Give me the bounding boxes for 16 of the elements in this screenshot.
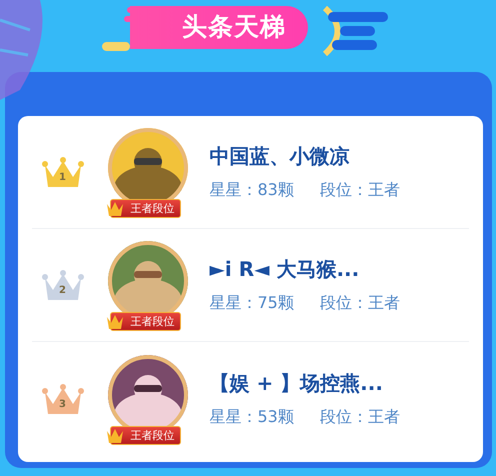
player-name: ►i R◄ 大马猴... [210,256,360,283]
banner-title: 头条天梯 [130,6,308,48]
rank-number: 1 [58,172,67,183]
tier-label: 段位：王者 [320,180,400,201]
rank-number: 3 [58,398,67,410]
player-name: 【娱 + 】场控燕... [210,370,384,396]
tier-label: 段位：王者 [320,293,400,314]
crown-icon [106,201,124,217]
star-count: 星星：83颗 [210,180,294,201]
crown-icon [106,428,124,444]
star-count: 星星：53颗 [210,406,294,428]
star-count: 星星：75颗 [210,293,294,314]
player-name: 中国蓝、小微凉 [210,143,350,170]
rank-number: 2 [58,285,67,296]
tier-label: 段位：王者 [320,406,400,428]
crown-icon [106,314,124,330]
